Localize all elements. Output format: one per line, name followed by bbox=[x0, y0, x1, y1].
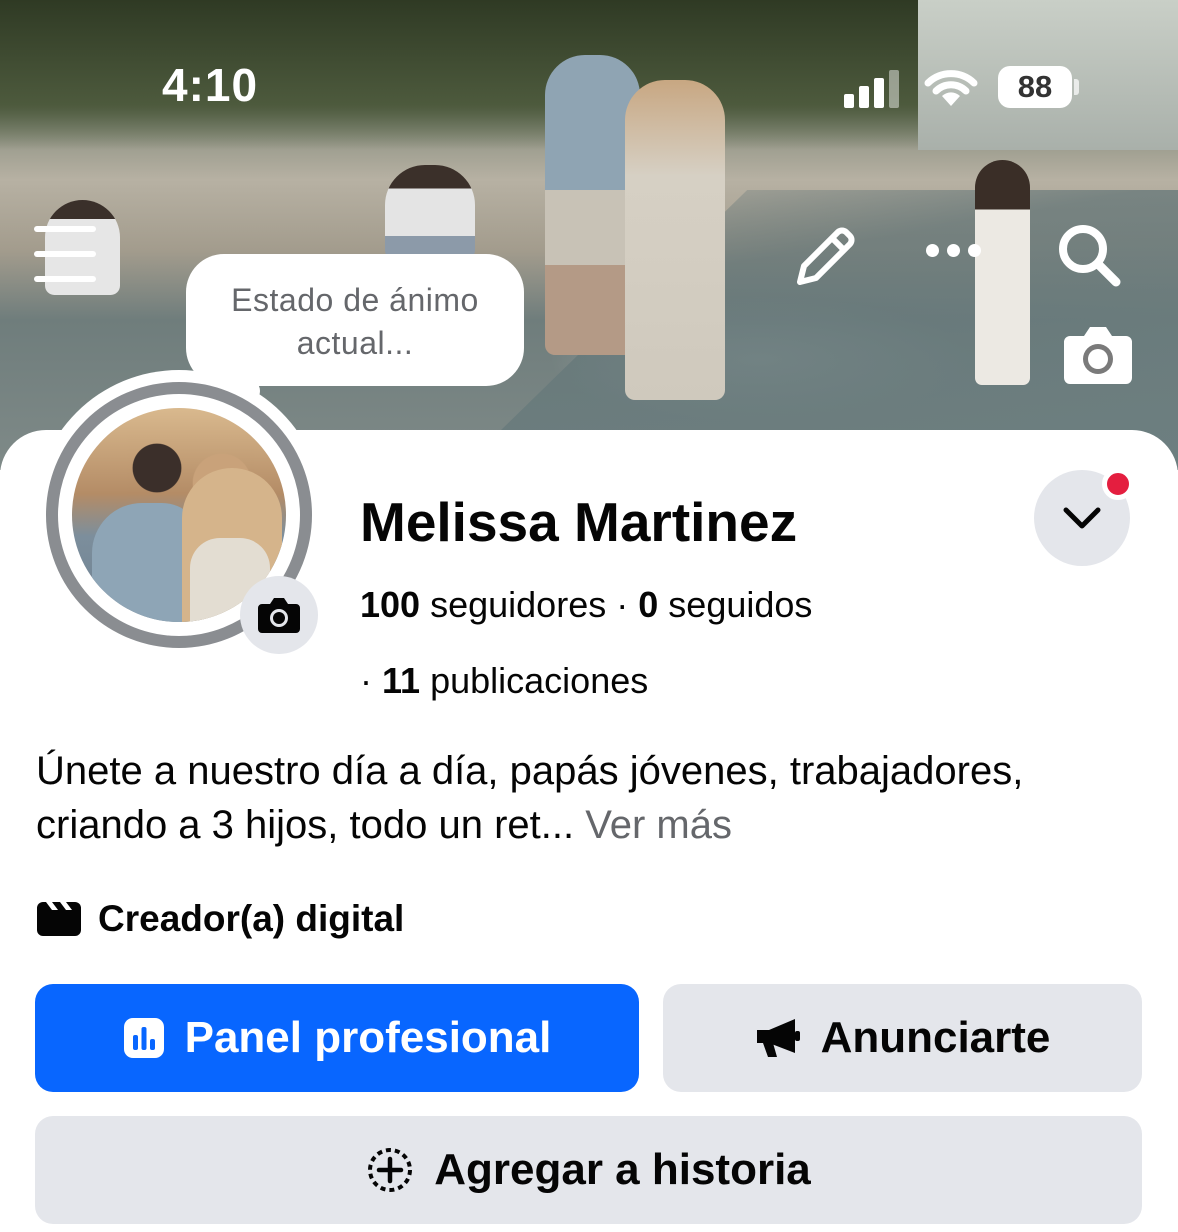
see-more-link[interactable]: Ver más bbox=[585, 803, 732, 847]
mood-placeholder-line1: Estado de ánimo bbox=[231, 282, 479, 318]
avatar-camera-button[interactable] bbox=[240, 576, 318, 654]
megaphone-icon bbox=[756, 1019, 800, 1057]
add-to-story-button[interactable]: Agregar a historia bbox=[35, 1116, 1142, 1224]
profile-name: Melissa Martinez bbox=[360, 491, 798, 553]
mood-placeholder-line2: actual... bbox=[296, 325, 414, 361]
add-to-story-label: Agregar a historia bbox=[434, 1145, 811, 1194]
posts-count: 11 bbox=[382, 660, 421, 701]
chevron-down-icon bbox=[1063, 507, 1101, 529]
cover-figure bbox=[975, 160, 1030, 385]
cover-figure bbox=[625, 80, 725, 400]
follow-stats: 100 seguidores · 0 seguidos bbox=[360, 584, 812, 626]
wifi-icon bbox=[924, 70, 978, 106]
followers-count[interactable]: 100 bbox=[360, 584, 420, 625]
add-story-icon bbox=[368, 1148, 413, 1192]
mood-status-bubble[interactable]: Estado de ánimo actual... bbox=[186, 254, 524, 386]
posts-stats: · 11 publicaciones bbox=[360, 660, 648, 702]
pencil-icon[interactable] bbox=[790, 222, 860, 292]
cover-figure bbox=[385, 165, 475, 260]
advertise-button[interactable]: Anunciarte bbox=[663, 984, 1142, 1092]
professional-dashboard-label: Panel profesional bbox=[184, 1013, 552, 1062]
following-count[interactable]: 0 bbox=[638, 584, 658, 625]
search-icon[interactable] bbox=[1056, 222, 1122, 288]
battery-indicator: 88 bbox=[998, 66, 1072, 108]
cellular-signal-icon bbox=[844, 70, 899, 108]
advertise-label: Anunciarte bbox=[820, 1013, 1051, 1062]
profile-bio: Únete a nuestro día a día, papás jóvenes… bbox=[36, 744, 1146, 852]
professional-dashboard-button[interactable]: Panel profesional bbox=[35, 984, 639, 1092]
bar-chart-icon bbox=[123, 1018, 164, 1058]
battery-tip bbox=[1074, 79, 1079, 95]
notification-dot bbox=[1102, 468, 1134, 500]
clapperboard-icon bbox=[37, 902, 81, 936]
category-label: Creador(a) digital bbox=[98, 898, 405, 939]
stats-separator: · bbox=[616, 584, 629, 625]
bio-text: Únete a nuestro día a día, papás jóvenes… bbox=[36, 749, 1024, 847]
more-options-icon[interactable] bbox=[926, 244, 981, 257]
posts-label: publicaciones bbox=[430, 660, 649, 701]
followers-label[interactable]: seguidores bbox=[430, 584, 606, 625]
camera-icon[interactable] bbox=[1062, 322, 1134, 386]
camera-icon bbox=[258, 598, 300, 633]
profile-category: Creador(a) digital bbox=[36, 898, 404, 940]
menu-icon[interactable] bbox=[34, 226, 96, 282]
stats-separator: · bbox=[360, 660, 372, 701]
following-label[interactable]: seguidos bbox=[668, 584, 812, 625]
status-time: 4:10 bbox=[162, 59, 259, 111]
